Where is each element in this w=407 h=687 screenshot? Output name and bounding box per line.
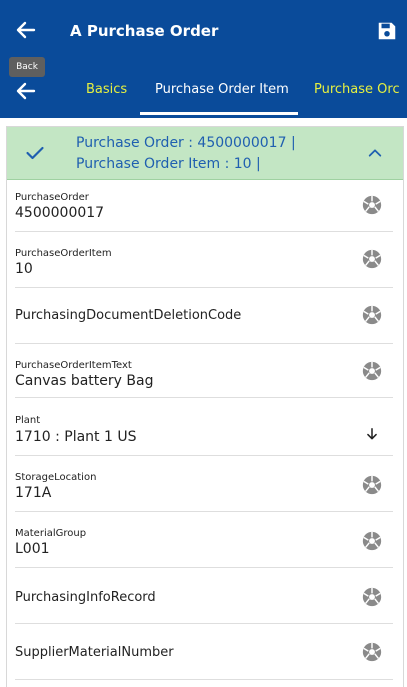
- tab-bar: Basics Purchase Order Item Purchase Orc: [0, 62, 407, 118]
- field-label: PurchaseOrderItemText: [15, 360, 132, 371]
- field-label: StorageLocation: [15, 472, 97, 483]
- active-tab-indicator: [140, 112, 298, 115]
- app-bar: A Purchase Order: [0, 0, 407, 62]
- field-value[interactable]: L001: [15, 541, 50, 557]
- value-help-icon[interactable]: [361, 304, 383, 326]
- field-purchasing-info-record[interactable]: PurchasingInfoRecord: [15, 567, 393, 624]
- arrow-left-icon[interactable]: [14, 18, 38, 42]
- value-help-icon[interactable]: [361, 360, 383, 382]
- field-supplier-material-number[interactable]: SupplierMaterialNumber: [15, 623, 393, 680]
- value-help-icon[interactable]: [361, 641, 383, 663]
- value-help-icon[interactable]: [361, 474, 383, 496]
- save-icon[interactable]: [376, 20, 398, 42]
- field-purchase-order[interactable]: PurchaseOrder 4500000017: [15, 179, 393, 232]
- tab-basics[interactable]: Basics: [86, 82, 127, 97]
- field-label: PurchasingDocumentDeletionCode: [15, 308, 242, 323]
- field-storage-location[interactable]: StorageLocation 171A: [15, 455, 393, 512]
- field-value[interactable]: 4500000017: [15, 205, 104, 221]
- field-label: PurchaseOrderItem: [15, 248, 112, 259]
- field-value[interactable]: 10: [15, 261, 33, 277]
- field-label: PurchasingInfoRecord: [15, 590, 156, 605]
- field-label: Plant: [15, 415, 41, 426]
- field-label: PurchaseOrder: [15, 192, 89, 203]
- section-header[interactable]: Purchase Order : 4500000017 | Purchase O…: [7, 127, 403, 180]
- value-help-icon[interactable]: [361, 586, 383, 608]
- field-purchasing-document-deletion-code[interactable]: PurchasingDocumentDeletionCode: [15, 287, 393, 344]
- chevron-up-icon[interactable]: [367, 145, 383, 161]
- section-title-line1: Purchase Order : 4500000017 |: [76, 135, 296, 151]
- value-help-icon[interactable]: [361, 194, 383, 216]
- back-tooltip: Back: [9, 57, 45, 77]
- section-title-line2: Purchase Order Item : 10 |: [76, 156, 261, 172]
- page-title: A Purchase Order: [70, 22, 219, 40]
- arrow-down-icon[interactable]: [365, 427, 379, 441]
- tab-purchase-order-item[interactable]: Purchase Order Item: [155, 82, 289, 97]
- field-value[interactable]: Canvas battery Bag: [15, 373, 153, 389]
- arrow-left-icon[interactable]: [14, 79, 38, 103]
- field-label: MaterialGroup: [15, 528, 87, 539]
- field-plant[interactable]: Plant 1710 : Plant 1 US: [15, 397, 393, 456]
- field-label: SupplierMaterialNumber: [15, 645, 174, 660]
- field-purchase-order-item[interactable]: PurchaseOrderItem 10: [15, 231, 393, 288]
- tab-purchase-order[interactable]: Purchase Orc: [314, 82, 400, 97]
- value-help-icon[interactable]: [361, 530, 383, 552]
- field-material-group[interactable]: MaterialGroup L001: [15, 511, 393, 568]
- field-value[interactable]: 1710 : Plant 1 US: [15, 429, 136, 445]
- check-icon: [26, 146, 44, 160]
- value-help-icon[interactable]: [361, 248, 383, 270]
- form-content: Purchase Order : 4500000017 | Purchase O…: [6, 126, 404, 687]
- field-purchase-order-item-text[interactable]: PurchaseOrderItemText Canvas battery Bag: [15, 343, 393, 398]
- field-value[interactable]: 171A: [15, 485, 51, 501]
